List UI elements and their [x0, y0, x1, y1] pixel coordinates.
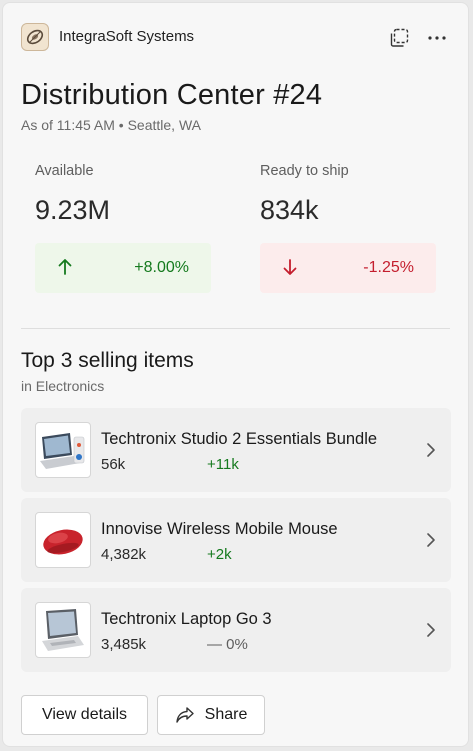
red-mouse-image	[35, 512, 91, 568]
share-label: Share	[204, 706, 248, 723]
metric-label: Ready to ship	[260, 163, 349, 179]
metric-change: -1.25%	[363, 259, 414, 276]
divider	[21, 328, 450, 329]
share-icon	[175, 706, 195, 724]
share-button[interactable]: Share	[157, 695, 265, 735]
arrow-up-icon	[57, 257, 73, 282]
item-change: +11k	[207, 456, 239, 473]
list-item[interactable]: Innovise Wireless Mobile Mouse 4,382k +2…	[21, 498, 451, 582]
page-subtitle: As of 11:45 AM • Seattle, WA	[21, 117, 201, 133]
view-details-button[interactable]: View details	[21, 695, 148, 735]
section-subtitle: in Electronics	[21, 378, 105, 394]
metric-change: +8.00%	[134, 259, 189, 276]
card-header: IntegraSoft Systems	[21, 23, 450, 53]
inventory-card: IntegraSoft Systems Distribution Center …	[2, 2, 469, 747]
laptop-bundle-image	[35, 422, 91, 478]
list-item[interactable]: Techtronix Studio 2 Essentials Bundle 56…	[21, 408, 451, 492]
view-details-label: View details	[41, 706, 128, 723]
metric-change-badge: +8.00%	[35, 243, 211, 293]
copy-button[interactable]	[386, 25, 412, 51]
item-count: 4,382k	[101, 546, 147, 563]
app-name: IntegraSoft Systems	[59, 28, 195, 45]
integrasoft-logo-icon	[21, 23, 49, 51]
metric-value: 9.23M	[35, 195, 111, 225]
page-title: Distribution Center #24	[21, 79, 323, 111]
chevron-right-icon	[425, 621, 437, 644]
chevron-right-icon	[425, 531, 437, 554]
more-icon	[428, 36, 446, 40]
metric-value: 834k	[260, 195, 319, 225]
chevron-right-icon	[425, 441, 437, 464]
more-options-button[interactable]	[424, 25, 450, 51]
item-name: Techtronix Studio 2 Essentials Bundle	[101, 430, 378, 448]
metric-ready-to-ship: Ready to ship 834k -1.25%	[260, 163, 436, 293]
metric-available: Available 9.23M +8.00%	[35, 163, 211, 293]
laptop-image	[35, 602, 91, 658]
item-count: 56k	[101, 456, 126, 473]
list-item[interactable]: Techtronix Laptop Go 3 3,485k — 0%	[21, 588, 451, 672]
metric-label: Available	[35, 163, 94, 179]
item-change: — 0%	[207, 636, 248, 653]
metric-change-badge: -1.25%	[260, 243, 436, 293]
item-name: Techtronix Laptop Go 3	[101, 610, 272, 628]
item-count: 3,485k	[101, 636, 147, 653]
item-change: +2k	[207, 546, 232, 563]
section-title: Top 3 selling items	[21, 349, 194, 372]
item-name: Innovise Wireless Mobile Mouse	[101, 520, 338, 538]
copy-icon	[390, 28, 409, 47]
arrow-down-icon	[282, 257, 298, 282]
